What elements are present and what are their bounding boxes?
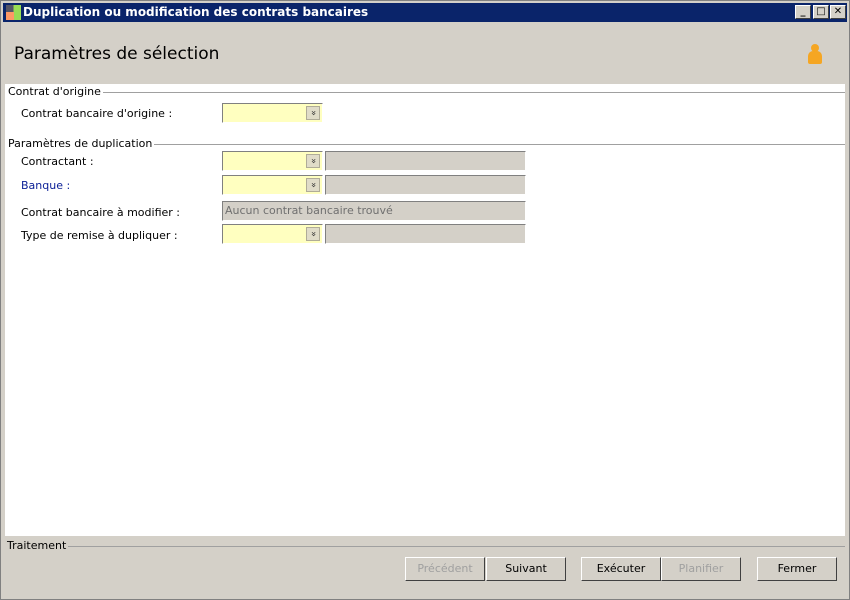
window-title: Duplication ou modification des contrats… <box>23 5 369 19</box>
previous-button[interactable]: Précédent <box>405 557 485 581</box>
group-label: Paramètres de duplication <box>8 137 155 150</box>
label-type-remise: Type de remise à dupliquer : <box>21 229 178 242</box>
next-button[interactable]: Suivant <box>486 557 566 581</box>
group-label: Contrat d'origine <box>8 85 103 98</box>
label-banque[interactable]: Banque : <box>21 179 70 192</box>
main-window: Duplication ou modification des contrats… <box>0 0 850 600</box>
contractant-description <box>325 151 526 171</box>
execute-button[interactable]: Exécuter <box>581 557 661 581</box>
chevron-down-icon[interactable]: » <box>306 106 320 120</box>
title-bar: Duplication ou modification des contrats… <box>3 3 847 22</box>
type-remise-combo[interactable]: » <box>222 224 323 244</box>
type-remise-description <box>325 224 526 244</box>
content-panel: Contrat d'origine Contrat bancaire d'ori… <box>5 84 845 536</box>
close-button[interactable]: Fermer <box>757 557 837 581</box>
close-window-button[interactable]: ✕ <box>830 5 846 19</box>
contrat-modifier-field: Aucun contrat bancaire trouvé <box>222 201 526 221</box>
label-contrat-origine: Contrat bancaire d'origine : <box>21 107 173 120</box>
label-contractant: Contractant : <box>21 155 94 168</box>
group-traitement: Traitement <box>7 539 845 552</box>
person-icon[interactable] <box>807 44 823 66</box>
maximize-button[interactable]: □ <box>813 5 829 19</box>
schedule-button[interactable]: Planifier <box>661 557 741 581</box>
page-title: Paramètres de sélection <box>14 44 220 64</box>
contractant-combo[interactable]: » <box>222 151 323 171</box>
group-contrat-origine: Contrat d'origine <box>8 85 845 98</box>
app-icon <box>6 5 21 20</box>
chevron-down-icon[interactable]: » <box>306 154 320 168</box>
chevron-down-icon[interactable]: » <box>306 227 320 241</box>
banque-combo[interactable]: » <box>222 175 323 195</box>
group-label: Traitement <box>7 539 69 552</box>
chevron-down-icon[interactable]: » <box>306 178 320 192</box>
minimize-button[interactable]: _ <box>795 5 811 19</box>
group-parametres-duplication: Paramètres de duplication <box>8 137 845 150</box>
footer-traitement: Traitement Précédent Suivant Exécuter Pl… <box>5 539 845 597</box>
banque-description <box>325 175 526 195</box>
label-contrat-modifier: Contrat bancaire à modifier : <box>21 206 180 219</box>
contrat-origine-combo[interactable]: » <box>222 103 323 123</box>
header: Paramètres de sélection <box>3 22 847 84</box>
